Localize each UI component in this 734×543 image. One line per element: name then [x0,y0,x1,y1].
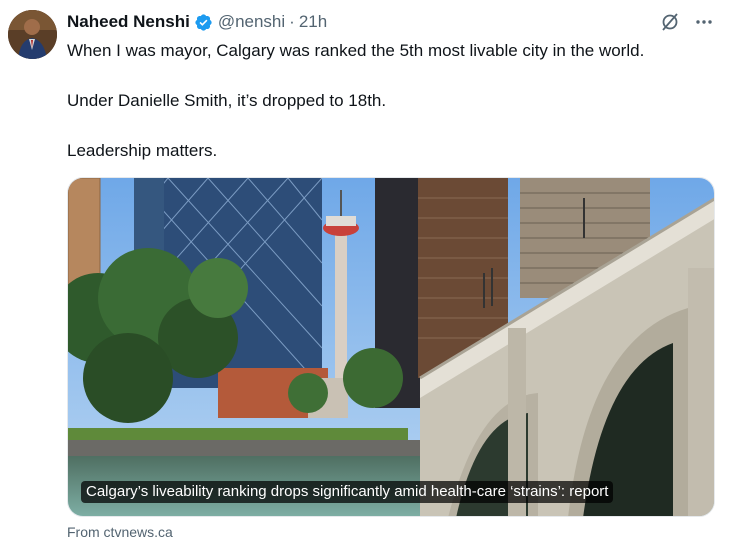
tweet-header: Naheed Nenshi @nenshi · 21h [67,11,327,33]
tweet-text: When I was mayor, Calgary was ranked the… [67,38,717,163]
author-name[interactable]: Naheed Nenshi [67,12,190,32]
grok-icon[interactable] [660,12,680,32]
card-headline[interactable]: Calgary’s liveability ranking drops sign… [81,481,614,503]
tweet-top-actions [660,12,714,32]
author-handle[interactable]: @nenshi [218,12,285,32]
verified-badge-icon [194,13,213,32]
tweet-paragraph: When I was mayor, Calgary was ranked the… [67,41,645,60]
avatar[interactable] [8,10,57,59]
tweet-paragraph: Under Danielle Smith, it’s dropped to 18… [67,91,387,110]
card-source[interactable]: From ctvnews.ca [67,524,173,540]
tweet-timestamp[interactable]: 21h [299,12,327,32]
link-card[interactable]: Calgary’s liveability ranking drops sign… [67,177,715,517]
more-options-icon[interactable] [694,12,714,32]
tweet-paragraph: Leadership matters. [67,141,218,160]
calgary-skyline-photo [68,178,714,516]
header-separator: · [289,12,295,31]
avatar-photo [8,10,57,59]
